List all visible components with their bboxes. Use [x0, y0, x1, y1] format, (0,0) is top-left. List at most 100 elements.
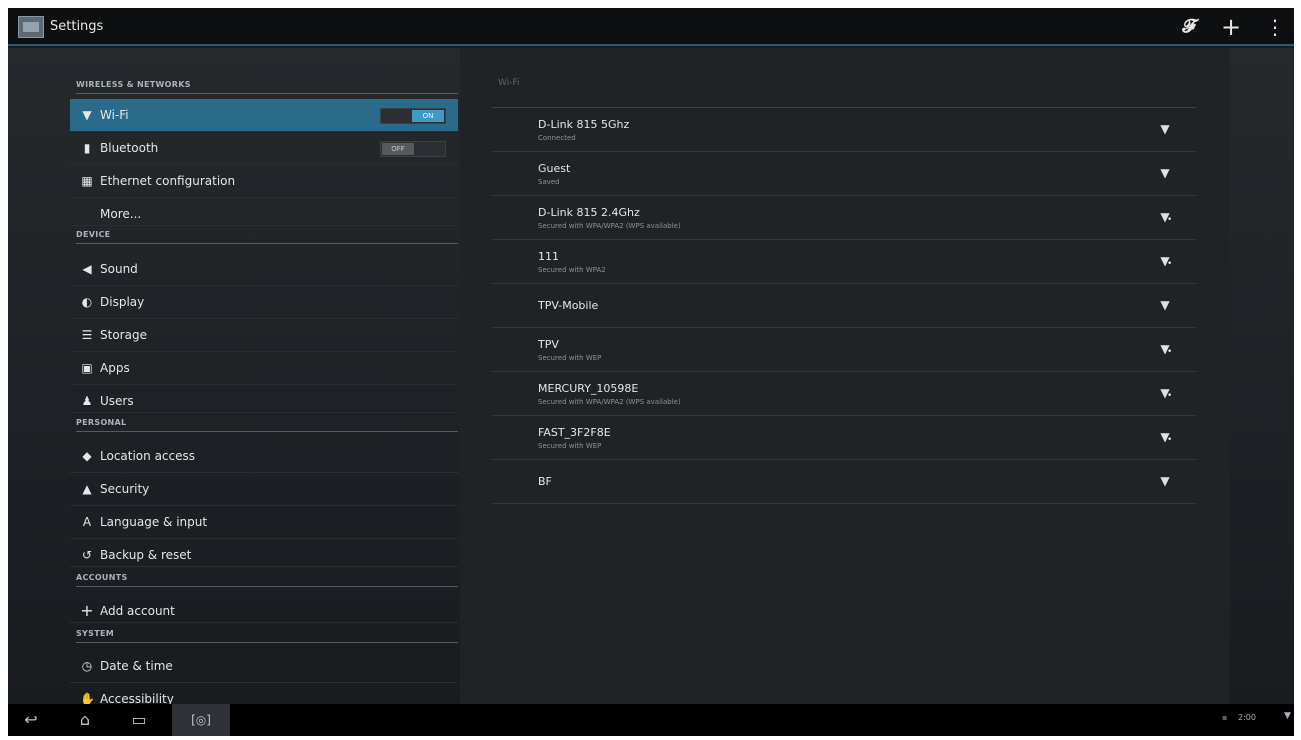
- sidebar-item-ethernet[interactable]: ▦ Ethernet configuration: [70, 165, 458, 198]
- wifi-lock-icon: ▼: [1158, 254, 1172, 271]
- settings-app-icon[interactable]: [18, 16, 44, 38]
- settings-list: WIRELESS & NETWORKS ▼ Wi-Fi ON ▮ Bluetoo…: [70, 48, 458, 716]
- sidebar-item-label: Sound: [100, 262, 138, 276]
- wifi-signal-icon: ▼: [1160, 298, 1170, 312]
- wifi-lock-icon: ▼: [1158, 430, 1172, 447]
- wifi-network-row[interactable]: TPV Secured with WEP ▼: [492, 328, 1196, 372]
- apps-icon: ▣: [81, 361, 93, 375]
- sidebar-item-users[interactable]: ♟ Users: [70, 385, 458, 413]
- section-header-wireless-networks: WIRELESS & NETWORKS: [76, 74, 458, 94]
- toggle-state: OFF: [382, 143, 414, 155]
- screenshot-button[interactable]: [◎]: [172, 704, 230, 736]
- wifi-network-row[interactable]: D-Link 815 2.4Ghz Secured with WPA/WPA2 …: [492, 196, 1196, 240]
- app-title: Settings: [50, 19, 104, 34]
- wifi-lock-icon: ▼: [1158, 386, 1172, 403]
- bluetooth-toggle[interactable]: OFF: [380, 141, 446, 157]
- status-clock[interactable]: 2:00: [1238, 713, 1256, 722]
- sidebar-item-bluetooth[interactable]: ▮ Bluetooth OFF: [70, 132, 458, 165]
- network-status: Secured with WPA/WPA2 (WPS available): [538, 222, 681, 230]
- wifi-network-row[interactable]: TPV-Mobile ▼: [492, 284, 1196, 328]
- sd-card-icon: ▪: [1222, 713, 1228, 722]
- sidebar-item-label: Ethernet configuration: [100, 174, 236, 188]
- network-status: Secured with WEP: [538, 442, 602, 450]
- status-wifi-icon: ▼: [1284, 711, 1291, 721]
- wps-icon[interactable]: 𝓕: [1176, 14, 1202, 40]
- clock-icon: ◷: [81, 659, 93, 673]
- sidebar-item-label: Apps: [100, 361, 130, 375]
- content-area: WIRELESS & NETWORKS ▼ Wi-Fi ON ▮ Bluetoo…: [8, 48, 1294, 716]
- keyboard-icon: A: [82, 515, 92, 529]
- network-name: TPV-Mobile: [538, 299, 599, 312]
- wifi-lock-icon: ▼: [1158, 342, 1172, 359]
- sidebar-item-label: Location access: [100, 449, 196, 463]
- network-name: 111: [538, 250, 559, 263]
- section-header-personal: PERSONAL: [76, 412, 458, 432]
- wifi-signal-icon: ▼: [1160, 166, 1170, 180]
- sidebar-item-label: Backup & reset: [100, 548, 192, 562]
- location-icon: ◆: [82, 449, 92, 463]
- wifi-network-row[interactable]: FAST_3F2F8E Secured with WEP ▼: [492, 416, 1196, 460]
- sidebar-item-storage[interactable]: ☰ Storage: [70, 319, 458, 352]
- backup-icon: ↺: [81, 548, 93, 562]
- sidebar-item-label: Date & time: [100, 659, 173, 673]
- lock-icon: ▲: [82, 482, 92, 496]
- network-status: Secured with WPA/WPA2 (WPS available): [538, 398, 681, 406]
- section-header-accounts: ACCOUNTS: [76, 567, 458, 587]
- wifi-network-row[interactable]: BF ▼: [492, 460, 1196, 504]
- wifi-network-row[interactable]: MERCURY_10598E Secured with WPA/WPA2 (WP…: [492, 372, 1196, 416]
- wifi-network-row[interactable]: Guest Saved ▼: [492, 152, 1196, 196]
- sidebar-item-sound[interactable]: ◀ Sound: [70, 253, 458, 286]
- sidebar-item-language[interactable]: A Language & input: [70, 506, 458, 539]
- wifi-detail-pane: Wi-Fi D-Link 815 5Ghz Connected ▼ Guest …: [460, 48, 1230, 704]
- sidebar-item-location[interactable]: ◆ Location access: [70, 440, 458, 473]
- network-name: Guest: [538, 162, 571, 175]
- wifi-network-row[interactable]: D-Link 815 5Ghz Connected ▼: [492, 108, 1196, 152]
- sidebar-item-label: Storage: [100, 328, 147, 342]
- sidebar-item-label: Wi-Fi: [100, 108, 129, 122]
- sidebar-item-label: Display: [100, 295, 145, 309]
- wifi-lock-icon: ▼: [1158, 210, 1172, 227]
- network-status: Secured with WEP: [538, 354, 602, 362]
- users-icon: ♟: [81, 394, 93, 408]
- add-network-icon[interactable]: +: [1218, 14, 1244, 40]
- network-name: D-Link 815 2.4Ghz: [538, 206, 640, 219]
- sidebar-item-display[interactable]: ◐ Display: [70, 286, 458, 319]
- sidebar-item-wifi[interactable]: ▼ Wi-Fi ON: [70, 99, 458, 132]
- back-button[interactable]: ↩: [16, 708, 46, 732]
- sidebar-item-add-account[interactable]: + Add account: [70, 595, 458, 623]
- screen: Settings 𝓕 + ⋮ WIRELESS & NETWORKS ▼ Wi-…: [8, 8, 1294, 736]
- sidebar-item-apps[interactable]: ▣ Apps: [70, 352, 458, 385]
- wifi-toggle[interactable]: ON: [380, 108, 446, 124]
- wifi-pane-title: Wi-Fi: [498, 78, 520, 88]
- network-name: D-Link 815 5Ghz: [538, 118, 630, 131]
- speaker-icon: ◀: [82, 262, 92, 276]
- bluetooth-icon: ▮: [83, 141, 91, 155]
- network-name: BF: [538, 475, 552, 488]
- action-bar: Settings 𝓕 + ⋮: [8, 8, 1294, 46]
- section-header-system: SYSTEM: [76, 623, 458, 643]
- system-navigation-bar: ↩ ⌂ ▭ [◎] ▪ 2:00 ▼: [8, 704, 1294, 736]
- sidebar-item-label: Language & input: [100, 515, 208, 529]
- network-status: Connected: [538, 134, 576, 142]
- toggle-state: ON: [412, 110, 444, 122]
- sidebar-item-more[interactable]: More...: [70, 198, 458, 226]
- display-icon: ◐: [81, 295, 93, 309]
- wifi-signal-icon: ▼: [1160, 122, 1170, 136]
- recent-apps-button[interactable]: ▭: [124, 708, 154, 732]
- sidebar-item-backup[interactable]: ↺ Backup & reset: [70, 539, 458, 567]
- overflow-menu-icon[interactable]: ⋮: [1262, 14, 1288, 40]
- sidebar-item-label: More...: [100, 207, 142, 221]
- network-status: Secured with WPA2: [538, 266, 606, 274]
- sidebar-item-date-time[interactable]: ◷ Date & time: [70, 650, 458, 683]
- sidebar-item-label: Security: [100, 482, 150, 496]
- sidebar-item-security[interactable]: ▲ Security: [70, 473, 458, 506]
- network-name: TPV: [538, 338, 559, 351]
- section-header-device: DEVICE: [76, 224, 458, 244]
- network-status: Saved: [538, 178, 560, 186]
- plus-icon: +: [80, 601, 94, 620]
- wifi-signal-icon: ▼: [1160, 474, 1170, 488]
- sidebar-item-label: Add account: [100, 604, 175, 618]
- wifi-network-row[interactable]: 111 Secured with WPA2 ▼: [492, 240, 1196, 284]
- home-button[interactable]: ⌂: [68, 708, 102, 732]
- network-name: FAST_3F2F8E: [538, 426, 611, 439]
